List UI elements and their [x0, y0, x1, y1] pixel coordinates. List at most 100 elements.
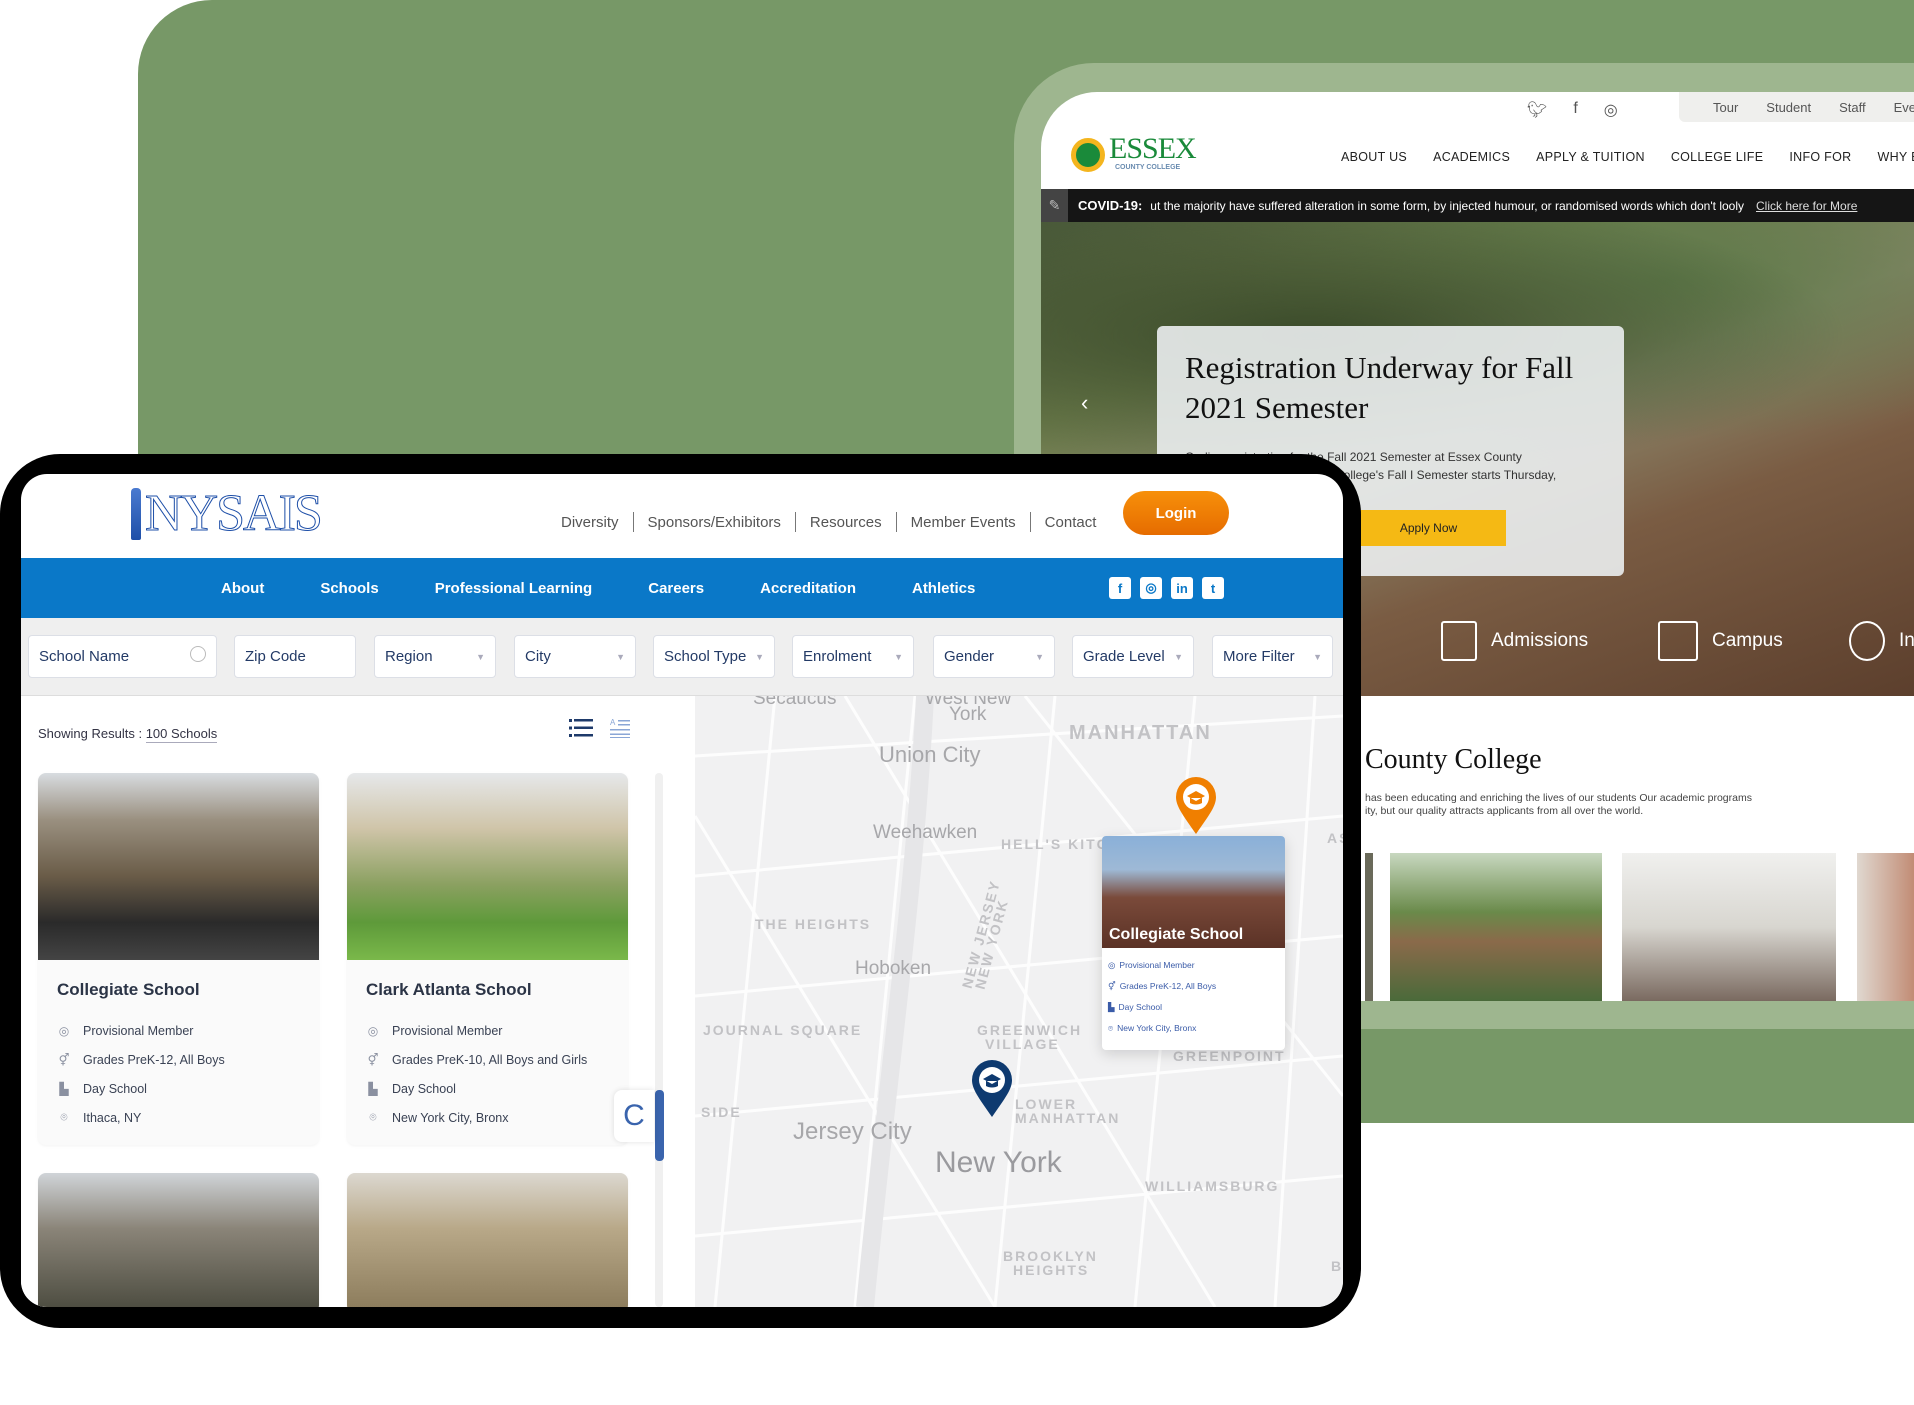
- map[interactable]: Secaucus West New York MANHATTAN Union C…: [695, 696, 1343, 1307]
- grade-level-select[interactable]: Grade Level ▼: [1072, 635, 1194, 678]
- chat-button[interactable]: C: [614, 1090, 654, 1142]
- login-button[interactable]: Login: [1123, 491, 1229, 535]
- linkedin-icon[interactable]: in: [1171, 577, 1193, 599]
- covid-more-link[interactable]: Click here for More: [1756, 199, 1857, 213]
- nav-careers[interactable]: Careers: [648, 580, 704, 597]
- tab-events[interactable]: Eve: [1894, 100, 1914, 115]
- school-name-input[interactable]: School Name: [28, 635, 217, 678]
- more-filter-select[interactable]: More Filter ▼: [1212, 635, 1333, 678]
- school-card[interactable]: [38, 1173, 319, 1307]
- select-value: School Type: [664, 648, 747, 665]
- instagram-icon[interactable]: ◎: [1140, 577, 1162, 599]
- essex-social-icons: 🐦︎ f ◎: [1527, 100, 1618, 120]
- caret-down-icon: ▼: [755, 652, 764, 662]
- school-photo: [38, 773, 319, 960]
- essex-logo-sub: COUNTY COLLEGE: [1115, 164, 1181, 171]
- sort-alpha-icon[interactable]: A: [610, 718, 630, 738]
- hero-title-line1: Registration Underway for Fall: [1185, 350, 1574, 385]
- map-pin-navy[interactable]: [970, 1059, 1014, 1117]
- nav-professional-learning[interactable]: Professional Learning: [435, 580, 593, 597]
- link-contact[interactable]: Contact: [1045, 514, 1097, 531]
- link-resources[interactable]: Resources: [810, 514, 882, 531]
- quick-link-label: Admissions: [1491, 630, 1589, 651]
- map-school-popup[interactable]: Collegiate School ◎ Provisional Member ⚥ G…: [1102, 836, 1285, 1050]
- list-view-icon[interactable]: [569, 718, 593, 738]
- gender-icon: ⚥: [1108, 981, 1116, 991]
- select-value: Grade Level: [1083, 648, 1165, 665]
- map-label: New York: [935, 1146, 1062, 1179]
- tab-student[interactable]: Student: [1766, 100, 1811, 115]
- link-member-events[interactable]: Member Events: [911, 514, 1016, 531]
- popup-grades: Grades PreK-12, All Boys: [1119, 981, 1217, 991]
- map-pin-orange[interactable]: [1174, 776, 1218, 834]
- nav-apply-tuition[interactable]: APPLY & TUITION: [1536, 150, 1645, 164]
- nav-athletics[interactable]: Athletics: [912, 580, 975, 597]
- facebook-icon[interactable]: f: [1109, 577, 1131, 599]
- nav-college-life[interactable]: COLLEGE LIFE: [1671, 150, 1764, 164]
- facebook-icon[interactable]: f: [1573, 100, 1577, 120]
- map-label: HEIGHTS: [1013, 1262, 1090, 1278]
- quick-link-info[interactable]: In: [1849, 621, 1914, 661]
- school-card[interactable]: Clark Atlanta School ◎ Provisional Member…: [347, 773, 628, 1145]
- gender-icon: ⚥: [367, 1052, 379, 1067]
- school-type-select[interactable]: School Type ▼: [653, 635, 775, 678]
- enrolment-select[interactable]: Enrolment ▼: [792, 635, 914, 678]
- quick-link-campus[interactable]: Campus: [1658, 621, 1783, 661]
- chevron-left-icon[interactable]: ‹: [1081, 390, 1088, 416]
- essex-logo[interactable]: ESSEX COUNTY COLLEGE: [1071, 132, 1271, 174]
- gender-select[interactable]: Gender ▼: [933, 635, 1055, 678]
- map-label: BU: [1331, 1258, 1343, 1274]
- essex-logo-mark: [1071, 138, 1105, 172]
- quick-link-admissions[interactable]: Admissions: [1441, 621, 1588, 661]
- nysais-logo[interactable]: NYSAIS: [145, 484, 324, 543]
- link-diversity[interactable]: Diversity: [561, 514, 619, 531]
- nav-accreditation[interactable]: Accreditation: [760, 580, 856, 597]
- filter-bar: School Name Zip Code Region ▼ City ▼ Schoo…: [21, 618, 1343, 696]
- school-name[interactable]: Collegiate School: [57, 980, 319, 1000]
- school-photo: [347, 1173, 628, 1307]
- campus-photo: [1365, 853, 1373, 1001]
- essex-top-tabs: Tour Student Staff Eve: [1679, 92, 1914, 122]
- nav-schools[interactable]: Schools: [320, 580, 378, 597]
- school-card[interactable]: Collegiate School ◎ Provisional Member ⚥ G…: [38, 773, 319, 1145]
- section-text: has been educating and enriching the liv…: [1365, 792, 1752, 818]
- school-building-icon: ▙: [368, 1081, 378, 1096]
- nav-info-for[interactable]: INFO FOR: [1789, 150, 1851, 164]
- map-label: Union City: [879, 742, 981, 767]
- nav-why-ecc[interactable]: WHY ECC: [1877, 150, 1914, 164]
- tab-tour[interactable]: Tour: [1713, 100, 1738, 115]
- caret-down-icon: ▼: [476, 652, 485, 662]
- select-value: Region: [385, 648, 433, 665]
- nav-about[interactable]: About: [221, 580, 264, 597]
- school-membership: Provisional Member: [392, 1023, 503, 1038]
- region-select[interactable]: Region ▼: [374, 635, 496, 678]
- apply-now-button[interactable]: Apply Now: [1351, 510, 1506, 546]
- nav-academics[interactable]: ACADEMICS: [1433, 150, 1510, 164]
- document-icon: [1441, 621, 1477, 661]
- school-card[interactable]: [347, 1173, 628, 1307]
- main-nav-bar: About Schools Professional Learning Care…: [21, 558, 1343, 618]
- popup-type: Day School: [1118, 1002, 1163, 1012]
- scrollbar-track[interactable]: [655, 773, 663, 1307]
- caret-down-icon: ▼: [894, 652, 903, 662]
- nav-about-us[interactable]: ABOUT US: [1341, 150, 1407, 164]
- location-pin-icon: ⌾: [60, 1110, 68, 1124]
- tab-staff[interactable]: Staff: [1839, 100, 1866, 115]
- results-count[interactable]: 100 Schools: [145, 726, 218, 743]
- school-type: Day School: [83, 1081, 147, 1096]
- twitter-icon[interactable]: t: [1202, 577, 1224, 599]
- campus-photo: [1390, 853, 1602, 1001]
- map-label: SIDE: [701, 1104, 742, 1120]
- school-location: New York City, Bronx: [392, 1110, 509, 1125]
- scrollbar-thumb[interactable]: [655, 1090, 664, 1161]
- city-select[interactable]: City ▼: [514, 635, 636, 678]
- results-label: Showing Results :: [38, 726, 143, 741]
- school-name[interactable]: Clark Atlanta School: [366, 980, 628, 1000]
- caret-down-icon: ▼: [1313, 652, 1322, 662]
- link-sponsors[interactable]: Sponsors/Exhibitors: [648, 514, 781, 531]
- map-label: VILLAGE: [985, 1036, 1060, 1052]
- social-icons: f ◎ in t: [1109, 577, 1224, 599]
- twitter-icon[interactable]: 🐦︎: [1527, 100, 1547, 120]
- instagram-icon[interactable]: ◎: [1604, 100, 1618, 120]
- zip-code-input[interactable]: Zip Code: [234, 635, 356, 678]
